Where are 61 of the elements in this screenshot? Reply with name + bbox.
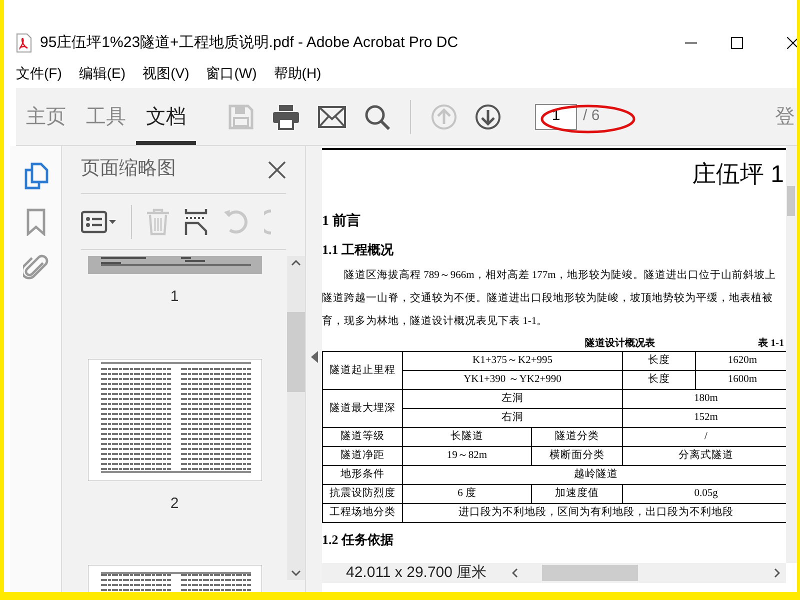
table-cell: 加速度值 (532, 484, 623, 504)
close-icon[interactable] (268, 160, 286, 178)
page-thumbnail[interactable] (88, 256, 262, 274)
insert-page-icon[interactable] (184, 208, 208, 236)
table-cell: 工程场地分类 (322, 504, 402, 522)
scroll-up-icon[interactable] (291, 260, 301, 266)
table-cell: 隧道等级 (322, 428, 402, 446)
section-heading: 1.1 工程概况 (322, 241, 394, 259)
scroll-right-icon[interactable] (774, 568, 780, 578)
page-count: / 6 (583, 106, 600, 126)
table-cell: 抗震设防烈度 (322, 484, 402, 504)
table-cell: 长度 (622, 370, 696, 390)
table-cell: 左洞 (402, 390, 623, 408)
page-number-label: 1 (170, 287, 179, 307)
close-icon[interactable] (787, 37, 797, 49)
window-title: 95庄伍坪1%23隧道+工程地质说明.pdf - Adobe Acrobat Pro DC (40, 32, 458, 53)
table-caption: 隧道设计概况表 (584, 337, 656, 351)
table-cell: 长隧道 (402, 428, 532, 446)
menu-item[interactable]: 文件(F) (16, 62, 62, 84)
section-heading: 1 前言 (322, 212, 362, 231)
pages-icon[interactable] (22, 162, 48, 190)
table-cell: 长度 (622, 352, 696, 370)
print-icon[interactable] (272, 104, 300, 130)
scroll-left-icon[interactable] (512, 568, 518, 578)
table-cell: 隧道最大埋深 (322, 390, 402, 428)
scrollbar[interactable] (786, 146, 797, 563)
table-number: 表 1-1 (758, 337, 785, 351)
table-cell: K1+375～K2+995 (402, 352, 623, 370)
menu-item[interactable]: 编辑(E) (78, 62, 126, 84)
search-icon[interactable] (364, 104, 390, 130)
mail-icon[interactable] (318, 106, 346, 128)
table-cell: 隧道起止里程 (322, 352, 402, 390)
scroll-thumb[interactable] (787, 186, 795, 216)
scroll-thumb[interactable] (287, 312, 305, 392)
pdf-file-icon (16, 33, 32, 53)
section-heading: 1.2 任务依据 (322, 531, 394, 549)
panel-title: 页面缩略图 (81, 157, 176, 182)
menu-item[interactable]: 视图(V) (142, 62, 190, 84)
table-cell: 横断面分类 (532, 446, 623, 466)
collapse-arrow-icon[interactable] (310, 351, 318, 363)
table-cell: 隧道分类 (532, 428, 623, 446)
document-title: 庄伍坪 1 (690, 160, 785, 190)
table-cell: 地形条件 (322, 466, 402, 484)
table-cell: YK1+390 ～YK2+990 (402, 370, 623, 390)
page-size-label: 42.011 x 29.700 厘米 (345, 562, 488, 583)
scroll-thumb[interactable] (542, 565, 638, 581)
table-cell: 19～82m (402, 446, 532, 466)
table-cell: 隧道净距 (322, 446, 402, 466)
list-options-icon[interactable] (81, 210, 117, 234)
menu-item[interactable]: 窗口(W) (206, 62, 257, 84)
page-thumbnail[interactable] (88, 358, 262, 480)
scrollbar[interactable] (287, 256, 305, 580)
body-paragraph: 隧道区海拔高程 789～966m，相对高差 177m，地形较为陡竣。隧道进出口位于山前斜坡上 隧道跨越一山脊，交通较为不便。隧道进出口段地形较为陡峻，坡顶地势较为平缓，地表植被 育，现多为林地，隧道设计概况表见下表 1-1。 (322, 268, 776, 329)
scroll-down-icon[interactable] (291, 570, 301, 576)
table-cell: 6 度 (402, 484, 532, 504)
paperclip-icon[interactable] (22, 254, 48, 282)
page-number-label: 2 (170, 494, 179, 514)
menu-item[interactable]: 帮助(H) (274, 62, 322, 84)
maximize-icon[interactable] (731, 37, 743, 49)
bookmark-icon[interactable] (24, 208, 46, 236)
table-cell: 右洞 (402, 408, 623, 428)
